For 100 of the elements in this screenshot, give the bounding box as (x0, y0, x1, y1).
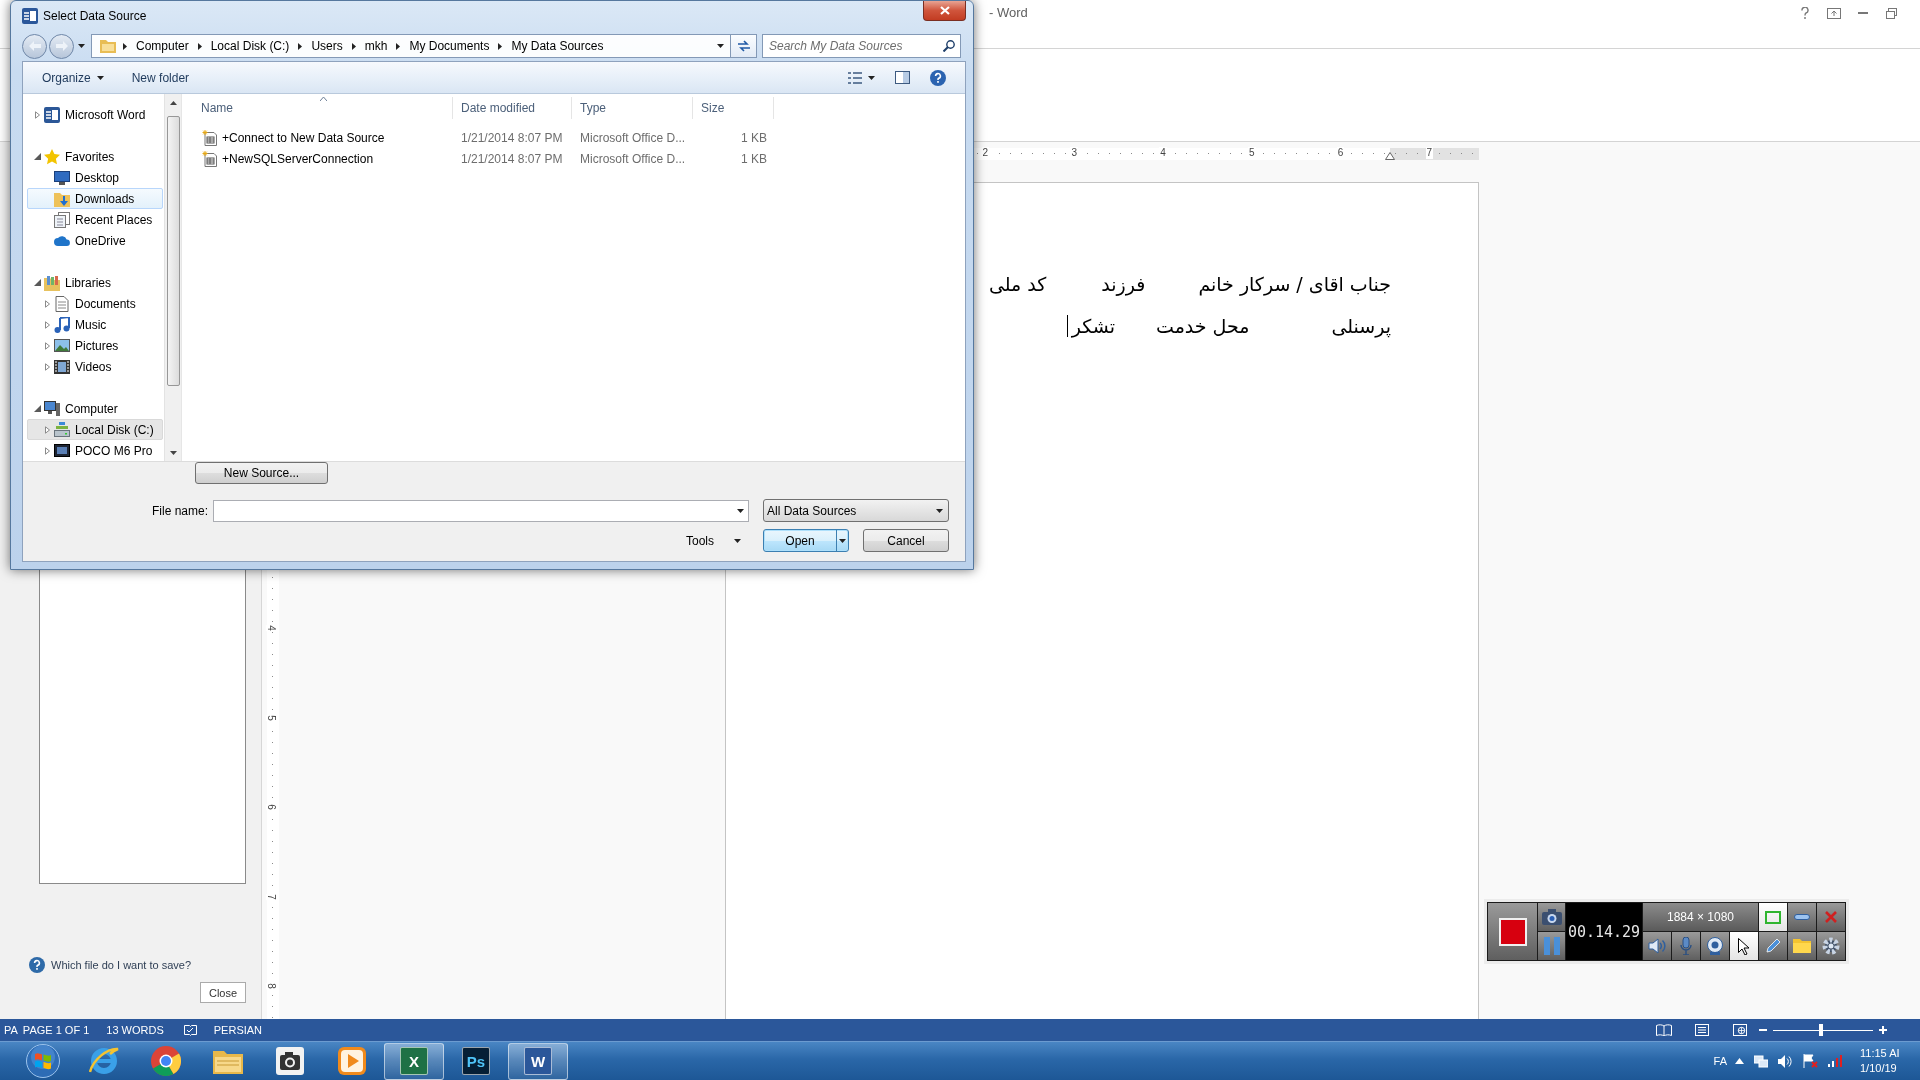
flag-warning-icon[interactable] (1803, 1054, 1818, 1068)
address-segment[interactable]: Computer (134, 36, 191, 56)
taskbar-button[interactable]: Ps (446, 1042, 506, 1080)
organize-button[interactable]: Organize (34, 65, 112, 90)
taskbar-button[interactable]: W (508, 1042, 568, 1080)
signal-bars-icon[interactable] (1828, 1055, 1842, 1067)
separator-arrow-icon (498, 42, 503, 50)
pencil-button[interactable] (1759, 932, 1787, 960)
start-button[interactable] (25, 1043, 61, 1079)
file-type-dropdown[interactable]: All Data Sources (763, 499, 949, 522)
zoom-slider-thumb[interactable] (1819, 1023, 1823, 1036)
language-status[interactable]: PERSIAN (213, 1024, 263, 1036)
help-link[interactable]: Which file do I want to save? (51, 959, 191, 971)
split-caret-icon[interactable] (839, 538, 846, 543)
help-icon (930, 69, 946, 86)
nav-item[interactable]: Computer (27, 398, 163, 419)
monitor-icon (54, 170, 70, 185)
down-triangle-icon[interactable] (33, 153, 41, 160)
address-segment[interactable]: mkh (362, 36, 390, 56)
scrollbar[interactable] (164, 94, 181, 461)
nav-item[interactable]: Downloads (27, 188, 163, 209)
address-segment[interactable]: Users (309, 36, 345, 56)
open-button[interactable]: Open (763, 529, 849, 552)
down-arrow-icon[interactable] (169, 450, 177, 455)
cancel-button[interactable]: Cancel (863, 529, 949, 552)
folder-icon (213, 1048, 243, 1074)
plus-icon[interactable] (1879, 1026, 1887, 1034)
ruler-number: 6 (1336, 147, 1345, 159)
minimize-button[interactable] (1788, 903, 1816, 931)
settings-button[interactable] (1817, 932, 1845, 960)
right-triangle-icon[interactable] (34, 110, 40, 119)
right-triangle-icon[interactable] (44, 320, 50, 329)
file-name[interactable]: +Connect to New Data Source (222, 130, 385, 145)
nav-item[interactable]: Recent Places (27, 209, 163, 230)
document-text: جناب اقای / سرکار خانم (1198, 273, 1391, 295)
pause-icon (1543, 937, 1560, 955)
right-triangle-icon[interactable] (44, 446, 50, 455)
new-source-button[interactable]: New Source... (195, 462, 328, 484)
new-folder-button[interactable]: New folder (123, 65, 198, 90)
globe-page-icon (1733, 1024, 1747, 1036)
nav-item[interactable]: Desktop (27, 167, 163, 188)
up-arrow-icon[interactable] (169, 100, 177, 105)
microphone-toggle[interactable] (1672, 932, 1700, 960)
clock-time[interactable]: 11:15 AI (1860, 1046, 1920, 1061)
nav-item[interactable]: Pictures (27, 335, 163, 356)
webcam-toggle[interactable] (1701, 932, 1729, 960)
right-triangle-icon[interactable] (44, 341, 50, 350)
down-triangle-icon[interactable] (33, 405, 41, 412)
resolution-label: 1884 × 1080 (1643, 903, 1758, 931)
word-count[interactable]: 13 WORDS (106, 1024, 164, 1036)
speaker-icon[interactable] (1778, 1054, 1793, 1068)
speaker-toggle[interactable] (1643, 932, 1671, 960)
drive-icon (54, 422, 70, 437)
tools-button[interactable]: Tools (686, 529, 749, 552)
language-indicator[interactable]: FA (1713, 1055, 1727, 1067)
overlapping-squares-icon[interactable] (1754, 1054, 1768, 1068)
camera-button[interactable] (1538, 903, 1565, 931)
clock-date[interactable]: 1/10/19 (1860, 1061, 1920, 1076)
nav-item[interactable]: Music (27, 314, 163, 335)
close-button[interactable]: Close (200, 982, 246, 1003)
stop-button[interactable] (1488, 903, 1537, 960)
right-triangle-icon[interactable] (44, 425, 50, 434)
nav-item[interactable]: Documents (27, 293, 163, 314)
nav-item[interactable]: Local Disk (C:) (27, 419, 163, 440)
close-button[interactable] (923, 1, 966, 21)
address-bar[interactable]: Computer Local Disk (C:) Users mkh My Documents My Data Sources (91, 34, 731, 58)
search-field[interactable]: Search My Data Sources (762, 34, 961, 58)
refresh-button[interactable] (731, 34, 757, 58)
address-segment[interactable]: My Data Sources (509, 36, 606, 56)
separator-arrow-icon (351, 42, 356, 50)
dropdown-caret-icon[interactable] (737, 508, 744, 513)
taskbar-button[interactable]: X (384, 1042, 444, 1080)
nav-item[interactable]: Libraries (27, 272, 163, 293)
file-type: Microsoft Office D... (579, 151, 686, 166)
ruler-number: 2 (981, 147, 990, 159)
nav-item[interactable]: OneDrive (27, 230, 163, 251)
book-check-icon[interactable] (183, 1024, 197, 1036)
nav-item[interactable]: Favorites (27, 146, 163, 167)
nav-item[interactable]: Videos (27, 356, 163, 377)
nav-item[interactable]: Microsoft Word (27, 104, 163, 125)
device-icon (54, 444, 70, 457)
document-tile-icon (44, 106, 60, 123)
document-icon (54, 295, 70, 312)
data-file-icon (202, 150, 218, 167)
ruler-number: 8 (265, 983, 276, 989)
right-triangle-icon[interactable] (44, 362, 50, 371)
cursor-toggle[interactable] (1730, 932, 1758, 960)
back-button[interactable] (22, 33, 47, 59)
stop-icon (1498, 917, 1527, 946)
file-name[interactable]: +NewSQLServerConnection (222, 151, 374, 166)
page-count[interactable]: PAGE 1 OF 1 (22, 1024, 90, 1036)
nav-item[interactable]: POCO M6 Pro (27, 440, 163, 461)
address-segment[interactable]: My Documents (407, 36, 492, 56)
down-triangle-icon[interactable] (33, 279, 41, 286)
file-name-field[interactable] (213, 499, 749, 522)
scrollbar-thumb[interactable] (166, 116, 180, 386)
right-triangle-icon[interactable] (44, 299, 50, 308)
folder-button[interactable] (1788, 932, 1816, 960)
up-arrow-icon[interactable] (1735, 1058, 1744, 1064)
address-segment[interactable]: Local Disk (C:) (208, 36, 292, 56)
